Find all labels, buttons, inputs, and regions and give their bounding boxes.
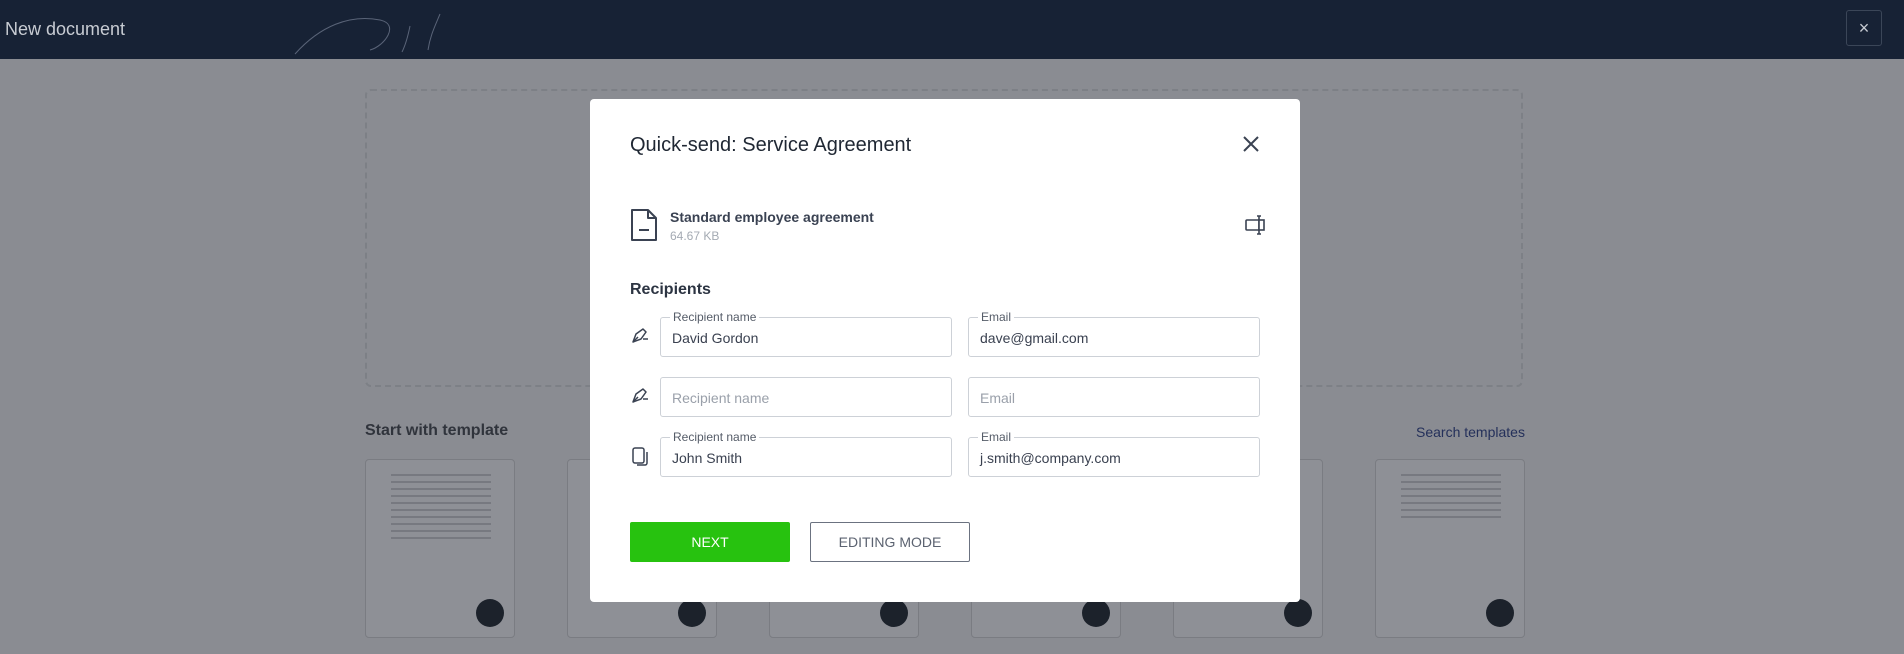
replace-file-icon[interactable] <box>1244 215 1266 235</box>
template-card[interactable] <box>1375 459 1525 638</box>
avatar <box>1284 599 1312 627</box>
avatar <box>1486 599 1514 627</box>
signer-pen-icon <box>632 328 648 343</box>
next-button[interactable]: NEXT <box>630 522 790 562</box>
recipient-name-field[interactable]: Recipient name John Smith <box>660 430 952 477</box>
avatar <box>678 599 706 627</box>
signer-pen-icon <box>632 388 648 403</box>
close-button[interactable]: × <box>1846 10 1882 46</box>
close-icon[interactable] <box>1240 133 1262 155</box>
avatar <box>880 599 908 627</box>
template-card[interactable] <box>365 459 515 638</box>
copy-recipient-icon <box>632 447 648 466</box>
field-label: Recipient name <box>670 310 760 324</box>
field-label: Recipient name <box>670 430 760 444</box>
page-title: New document <box>5 19 126 39</box>
field-label: Email <box>978 430 1015 444</box>
field-label: Email <box>978 310 1015 324</box>
recipients-heading: Recipients <box>630 281 711 298</box>
signature-decoration <box>294 13 441 55</box>
editing-mode-button[interactable]: EDITING MODE <box>810 522 970 562</box>
field-value: David Gordon <box>672 330 759 346</box>
file-name: Standard employee agreement <box>670 209 874 225</box>
field-value: John Smith <box>672 450 743 466</box>
search-templates-link[interactable]: Search templates <box>1416 424 1525 440</box>
field-placeholder: Recipient name <box>672 390 770 406</box>
email-field[interactable]: Email dave@gmail.com <box>968 310 1260 357</box>
avatar <box>1082 599 1110 627</box>
email-field[interactable]: Email j.smith@company.com <box>968 430 1260 477</box>
email-input[interactable]: Email <box>968 377 1260 417</box>
recipient-name-field[interactable]: Recipient name David Gordon <box>660 310 952 357</box>
avatar <box>476 599 504 627</box>
templates-heading: Start with template <box>365 422 509 439</box>
top-bar: New document × <box>0 0 1904 59</box>
dialog-title: Quick-send: Service Agreement <box>630 134 912 156</box>
field-value: dave@gmail.com <box>980 330 1089 346</box>
document-icon <box>631 209 657 241</box>
quick-send-dialog: Quick-send: Service Agreement Standard e… <box>590 99 1300 602</box>
recipient-name-input[interactable]: Recipient name <box>660 377 952 417</box>
field-value: j.smith@company.com <box>980 450 1121 466</box>
file-size: 64.67 KB <box>670 229 720 243</box>
field-placeholder: Email <box>980 390 1016 406</box>
